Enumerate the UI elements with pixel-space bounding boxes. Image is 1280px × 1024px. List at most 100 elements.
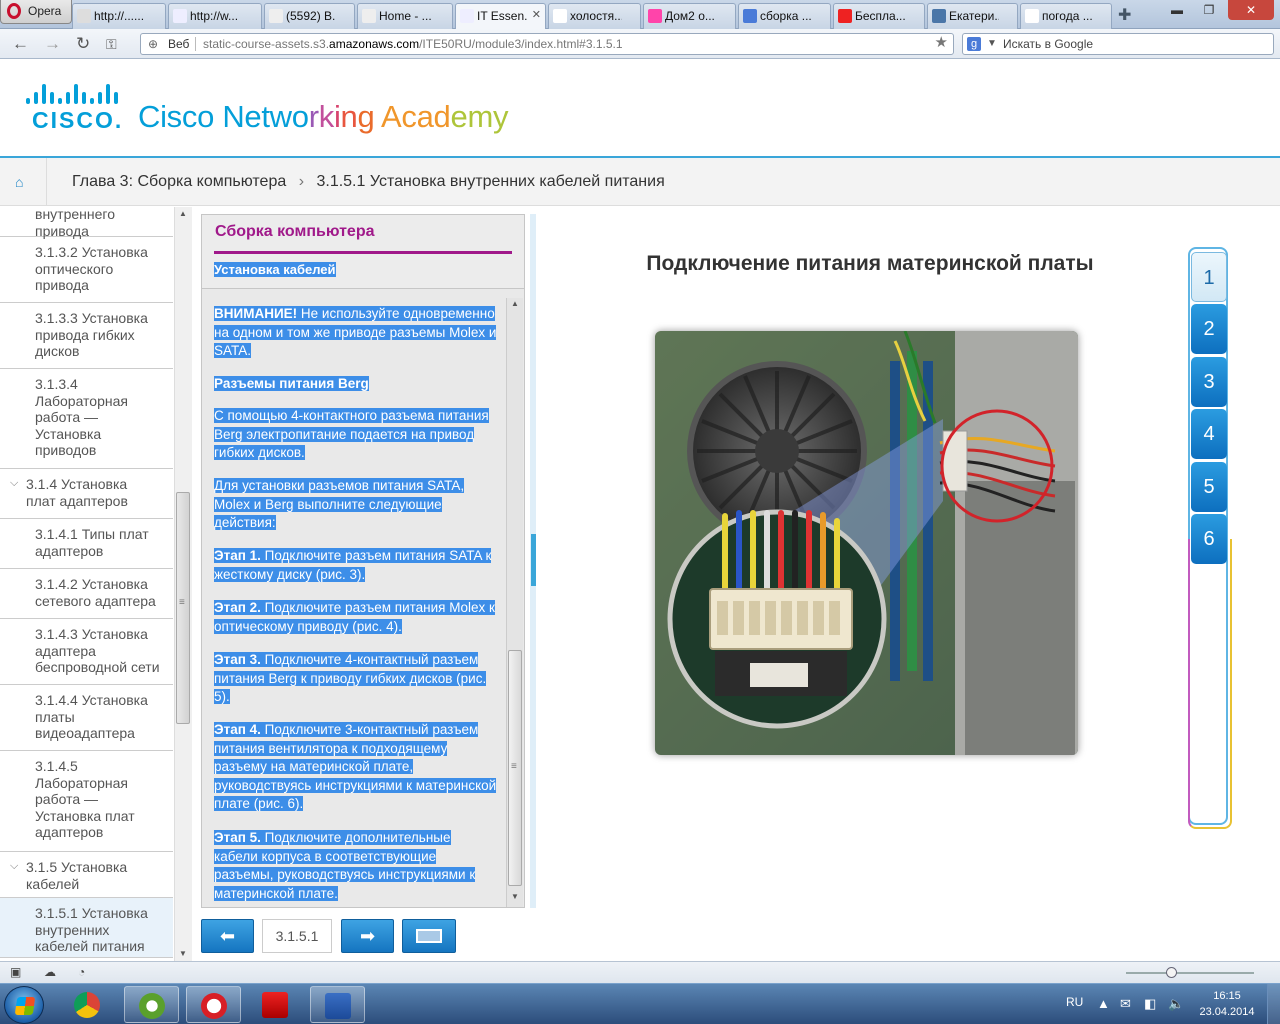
close-tab-icon[interactable]: ✕ <box>532 8 541 21</box>
scroll-down-icon[interactable]: ▼ <box>179 949 187 958</box>
paragraph-heading: Этап 4. <box>214 722 261 737</box>
chevron-down-icon[interactable]: ▼ <box>987 34 997 54</box>
sidebar-scroll-thumb[interactable]: ≡ <box>176 492 190 724</box>
browser-tab-bar: Opera http://...... http://w... (5592) В..… <box>0 0 1280 29</box>
language-indicator[interactable]: RU <box>1066 995 1083 1009</box>
taskbar-app[interactable] <box>248 986 303 1023</box>
key-icon[interactable]: ⚿ <box>106 34 117 54</box>
search-field[interactable]: g ▼ Искать в Google <box>962 33 1274 55</box>
step-button-4[interactable]: 4 <box>1191 409 1227 460</box>
text-scrollbar[interactable]: ▲ ≡ ▼ <box>506 298 523 907</box>
step-button-1[interactable]: 1 <box>1191 252 1227 302</box>
sidebar-section[interactable]: ⌵ 3.1.4 Установка плат адаптеров <box>0 469 173 519</box>
browser-tab[interactable]: http://...... <box>72 3 166 29</box>
browser-tab[interactable]: сборка ... <box>738 3 831 29</box>
page-number-field[interactable]: 3.1.5.1 <box>262 919 332 953</box>
taskbar-app[interactable] <box>310 986 365 1023</box>
step-button-3[interactable]: 3 <box>1191 356 1227 407</box>
sidebar-scrollbar[interactable]: ▲ ≡ ▼ <box>174 207 192 961</box>
web-label: Веб <box>168 37 190 51</box>
fullscreen-button[interactable] <box>402 919 456 953</box>
tab-label: http://...... <box>94 9 145 23</box>
next-page-button[interactable]: ➡ <box>341 919 394 953</box>
reload-button[interactable]: ↻ <box>76 34 90 54</box>
opera-menu-button[interactable]: Opera <box>0 0 72 24</box>
speaker-icon[interactable]: ◧ <box>1144 996 1156 1012</box>
sidebar-item-label: 3.1.4.1 Типы плат адаптеров <box>35 526 149 559</box>
maximize-button[interactable]: ❐ <box>1194 0 1224 20</box>
panel-toggle-icon[interactable]: ▣ <box>10 965 21 979</box>
text-paragraph: Этап 2. Подключите разъем питания Molex … <box>214 599 498 636</box>
sidebar-item[interactable]: 3.1.3.4 Лабораторная работа — Установка … <box>0 369 173 469</box>
scroll-up-icon[interactable]: ▲ <box>511 299 519 308</box>
academy-title-part: n <box>340 99 358 134</box>
sidebar-item[interactable]: 3.1.3.2 Установка оптического привода <box>0 237 173 303</box>
breadcrumb-chapter[interactable]: Глава 3: Сборка компьютера <box>72 173 286 190</box>
show-desktop-button[interactable] <box>1267 984 1280 1024</box>
sidebar-item-label: 3.1.4.3 Установка адаптера беспроводной … <box>35 626 160 675</box>
speed-dial-icon[interactable]: ◔ <box>78 965 85 979</box>
chevron-down-icon[interactable]: ⌵ <box>10 858 18 875</box>
minimize-button[interactable]: ▬ <box>1162 0 1192 20</box>
taskbar-app[interactable] <box>124 986 179 1023</box>
chevron-down-icon[interactable]: ⌵ <box>10 475 18 492</box>
browser-tab[interactable]: Екатери... <box>927 3 1018 29</box>
text-panel-title: Сборка компьютера <box>215 223 375 240</box>
start-button[interactable] <box>4 986 44 1024</box>
browser-tab[interactable]: (5592) В... <box>264 3 355 29</box>
url-text[interactable]: static-course-assets.s3.amazonaws.com/IT… <box>203 34 623 54</box>
browser-tab[interactable]: холостя... <box>548 3 641 29</box>
step-button-5[interactable]: 5 <box>1191 461 1227 512</box>
opera-logo-icon <box>7 3 21 19</box>
browser-tab[interactable]: Home - ... <box>357 3 453 29</box>
previous-page-button[interactable]: ⬅ <box>201 919 254 953</box>
scroll-up-icon[interactable]: ▲ <box>179 209 187 218</box>
bookmark-star-icon[interactable]: ★ <box>935 33 948 53</box>
sidebar-section[interactable]: ⌵ 3.1.5 Установка кабелей <box>0 852 173 898</box>
step-button-6[interactable]: 6 <box>1191 514 1227 564</box>
back-button[interactable]: ← <box>12 34 29 54</box>
academy-title-part: r <box>308 99 319 134</box>
text-scroll-thumb[interactable]: ≡ <box>508 650 522 886</box>
page-icon <box>460 9 474 23</box>
text-panel-body[interactable]: ВНИМАНИЕ! Не используйте одновременно на… <box>202 297 507 907</box>
sidebar-item[interactable]: 3.1.4.1 Типы плат адаптеров <box>0 519 173 569</box>
browser-tab[interactable]: http://w... <box>168 3 262 29</box>
globe-icon: ⊕ <box>148 37 159 51</box>
browser-tab[interactable]: Дом2 о... <box>643 3 736 29</box>
sidebar-item[interactable]: 3.1.4.4 Установка платы видеоадаптера <box>0 685 173 751</box>
academy-title-part: i <box>333 99 341 134</box>
tray-expand-icon[interactable]: ▲ <box>1097 996 1110 1011</box>
taskbar-app[interactable] <box>60 986 115 1023</box>
volume-icon[interactable]: 🔈 <box>1168 996 1184 1012</box>
windows-taskbar: RU ▲ ✉ ◧ 🔈 16:15 23.04.2014 <box>0 983 1280 1024</box>
scroll-down-icon[interactable]: ▼ <box>511 892 519 901</box>
sidebar-item[interactable]: 3.1.3.3 Установка привода гибких дисков <box>0 303 173 369</box>
taskbar-app[interactable] <box>186 986 241 1023</box>
forward-button[interactable]: → <box>44 34 61 54</box>
sidebar-item[interactable]: 3.1.4.3 Установка адаптера беспроводной … <box>0 619 173 685</box>
figure-step-selector: 123456 <box>1188 247 1232 829</box>
zoom-slider-track[interactable] <box>1126 972 1254 974</box>
sidebar-item[interactable]: внутреннего привода <box>0 207 173 239</box>
address-bar[interactable]: ⊕ Веб static-course-assets.s3.amazonaws.… <box>140 33 954 55</box>
browser-tab[interactable]: погода ... <box>1020 3 1112 29</box>
step-button-2[interactable]: 2 <box>1191 304 1227 355</box>
sidebar-item-label: 3.1.5.1 Установка внутренних кабелей пит… <box>35 905 148 954</box>
browser-tab[interactable]: IT Essen... ✕ <box>455 3 546 29</box>
sidebar-item[interactable]: 3.1.4.2 Установка сетевого адаптера <box>0 569 173 619</box>
sidebar-item[interactable]: 3.1.5.1 Установка внутренних кабелей пит… <box>0 898 173 958</box>
sidebar-item[interactable]: 3.1.4.5 Лабораторная работа — Установка … <box>0 751 173 852</box>
panel-divider[interactable] <box>530 214 536 908</box>
new-tab-button[interactable]: ✚ <box>1118 5 1131 25</box>
yandex-icon <box>1025 9 1039 23</box>
browser-tab[interactable]: Бесплa... <box>833 3 925 29</box>
network-icon[interactable]: ✉ <box>1120 996 1131 1012</box>
close-window-button[interactable]: ✕ <box>1228 0 1274 20</box>
vk-icon <box>932 9 946 23</box>
paragraph-heading: Этап 1. <box>214 548 261 563</box>
cloud-icon[interactable]: ☁ <box>44 965 56 979</box>
home-icon[interactable]: ⌂ <box>15 174 23 190</box>
system-clock[interactable]: 16:15 23.04.2014 <box>1196 988 1258 1020</box>
zoom-slider-thumb[interactable] <box>1166 967 1177 978</box>
